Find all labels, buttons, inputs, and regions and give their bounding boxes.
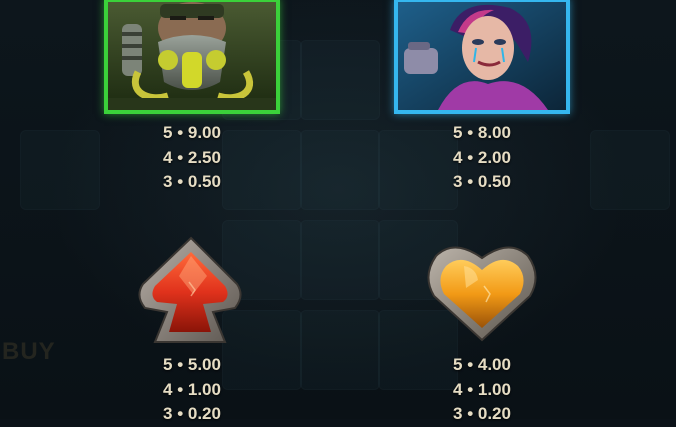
buy-button-ghost: BUY bbox=[2, 338, 56, 365]
payout-row: 4 • 1.00 bbox=[453, 379, 511, 399]
background-tile bbox=[20, 130, 100, 210]
punk-woman-symbol bbox=[394, 0, 570, 114]
payout-row: 3 • 0.50 bbox=[163, 172, 221, 191]
paytable-red-spade: 5 • 5.00 4 • 1.00 3 • 0.20 bbox=[132, 353, 252, 427]
paytable-punk-woman: 5 • 8.00 4 • 2.00 3 • 0.50 bbox=[422, 121, 542, 195]
background-tile bbox=[300, 40, 380, 120]
payout-row: 5 • 8.00 bbox=[453, 123, 511, 142]
background-tile bbox=[300, 220, 380, 300]
paytable-gas-mask-soldier: 5 • 9.00 4 • 2.50 3 • 0.50 bbox=[132, 121, 252, 195]
background-tile bbox=[590, 130, 670, 210]
gas-mask-soldier-symbol bbox=[104, 0, 280, 114]
payout-row: 3 • 0.20 bbox=[163, 404, 221, 423]
background-tile bbox=[300, 310, 380, 390]
paytable-orange-heart: 5 • 4.00 4 • 1.00 3 • 0.20 bbox=[422, 353, 542, 427]
payout-row: 4 • 2.00 bbox=[453, 147, 511, 167]
orange-heart-gem-symbol bbox=[424, 236, 540, 348]
gas-mask-soldier-icon bbox=[108, 2, 276, 110]
reel-background: BUY bbox=[0, 0, 676, 419]
payout-row: 3 • 0.20 bbox=[453, 404, 511, 423]
payout-row: 5 • 5.00 bbox=[163, 355, 221, 374]
heart-icon bbox=[427, 246, 537, 342]
payout-row: 5 • 4.00 bbox=[453, 355, 511, 374]
spade-icon bbox=[138, 236, 242, 343]
payout-row: 4 • 2.50 bbox=[163, 147, 221, 167]
payout-row: 3 • 0.50 bbox=[453, 172, 511, 191]
punk-woman-icon bbox=[398, 2, 566, 110]
payout-row: 4 • 1.00 bbox=[163, 379, 221, 399]
payout-row: 5 • 9.00 bbox=[163, 123, 221, 142]
red-spade-gem-symbol bbox=[133, 236, 249, 348]
background-tile bbox=[300, 130, 380, 210]
